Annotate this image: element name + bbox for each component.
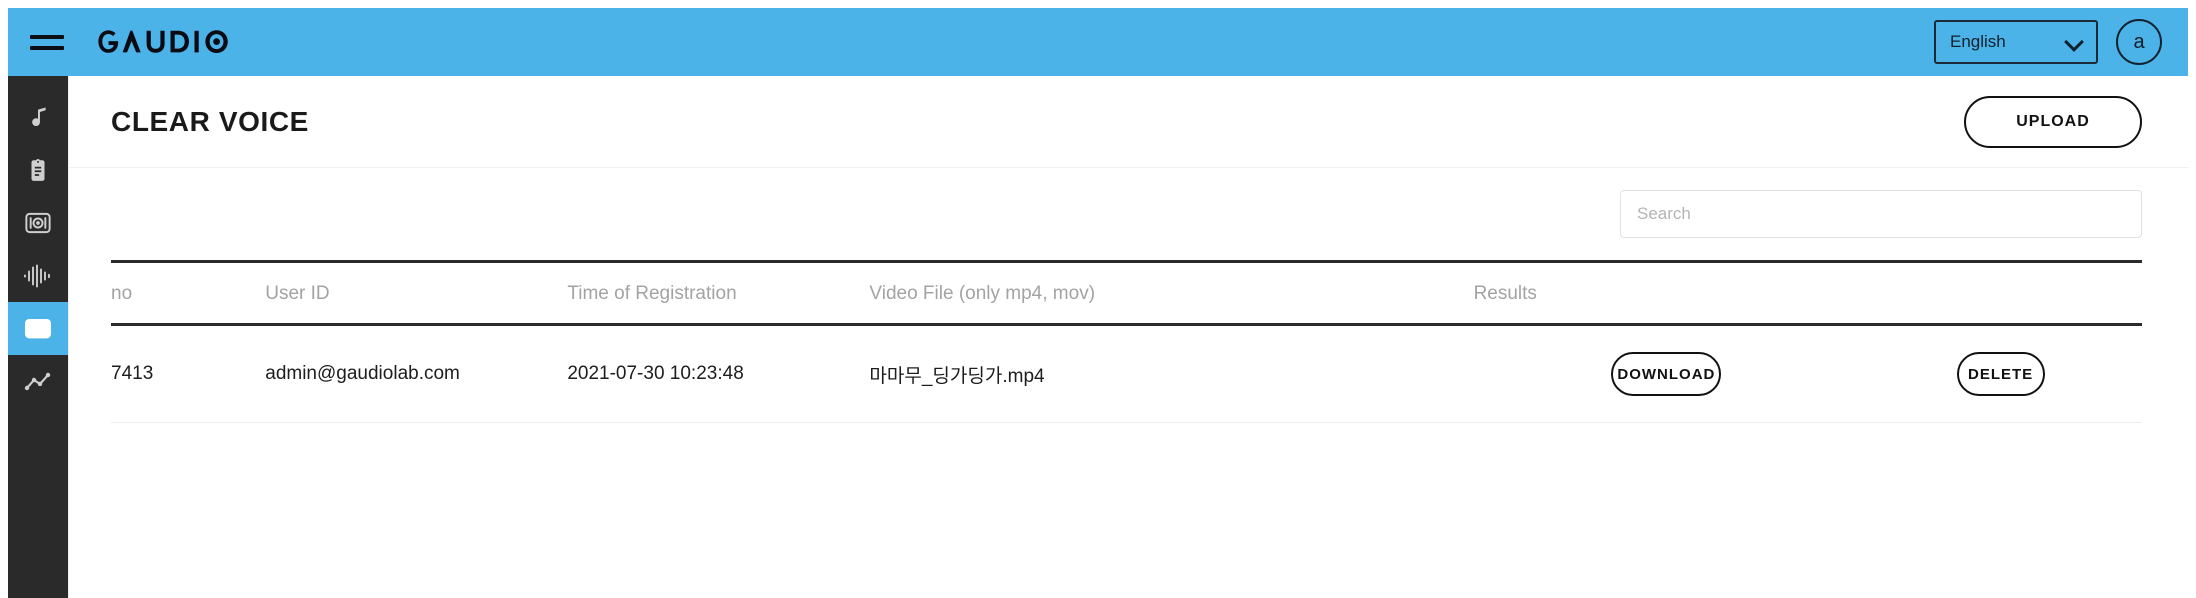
- clear-voice-table: no User ID Time of Registration Video Fi…: [111, 260, 2142, 423]
- monitor-icon: [24, 315, 52, 343]
- table-head: no User ID Time of Registration Video Fi…: [111, 261, 2142, 325]
- search-input[interactable]: [1620, 190, 2142, 238]
- hamburger-bar: [30, 34, 64, 39]
- download-button[interactable]: DOWNLOAD: [1611, 352, 1722, 396]
- column-header-user-id: User ID: [265, 283, 330, 304]
- gaudio-logo[interactable]: [98, 22, 248, 62]
- spatial-audio-icon: [24, 209, 52, 237]
- table-container: no User ID Time of Registration Video Fi…: [69, 260, 2188, 423]
- delete-button[interactable]: DELETE: [1956, 352, 2045, 396]
- column-header-results: Results: [1473, 283, 1537, 304]
- hamburger-menu-icon[interactable]: [30, 27, 68, 57]
- chevron-down-icon: [2066, 34, 2082, 50]
- table-toolbar: [69, 168, 2188, 260]
- cell-no: 7413: [111, 363, 154, 384]
- column-header-actions: [1859, 262, 2142, 325]
- column-header-video-file: Video File (only mp4, mov): [869, 283, 1096, 304]
- hamburger-bar: [30, 45, 64, 50]
- cell-actions: DELETE: [1859, 325, 2142, 423]
- upload-button[interactable]: UPLOAD: [1964, 95, 2142, 148]
- sidebar-item-waveform[interactable]: [8, 249, 68, 302]
- cell-user-id: admin@gaudiolab.com: [265, 363, 460, 384]
- sidebar-item-reports[interactable]: [8, 143, 68, 196]
- trend-chart-icon: [24, 369, 52, 395]
- cell-video-file: 마마무_딩가딩가.mp4: [869, 365, 1045, 387]
- column-header-no: no: [111, 283, 133, 304]
- sidebar-item-music[interactable]: [8, 90, 68, 143]
- waveform-icon: [23, 263, 53, 289]
- page-header-row: CLEAR VOICE UPLOAD: [69, 76, 2188, 168]
- sidebar-item-analytics[interactable]: [8, 355, 68, 408]
- table-header-row: no User ID Time of Registration Video Fi…: [111, 261, 2142, 325]
- avatar-initial: a: [2133, 30, 2145, 53]
- sidebar-item-clear-voice[interactable]: [8, 302, 68, 355]
- app-root: English a CLEAR VOICE UPLOAD Search no U…: [0, 0, 2196, 598]
- page-title: CLEAR VOICE: [111, 105, 309, 137]
- cell-results: DOWNLOAD: [1474, 325, 1860, 423]
- clipboard-icon: [25, 157, 51, 183]
- column-header-time: Time of Registration: [567, 283, 737, 304]
- table-body: 7413 admin@gaudiolab.com 2021-07-30 10:2…: [111, 325, 2142, 423]
- main-content: CLEAR VOICE UPLOAD no User ID: [68, 76, 2188, 598]
- music-note-icon: [25, 104, 51, 130]
- language-selector[interactable]: English: [1934, 20, 2098, 64]
- top-header-bar: English a: [8, 8, 2188, 76]
- table-row[interactable]: 7413 admin@gaudiolab.com 2021-07-30 10:2…: [111, 325, 2142, 423]
- cell-time: 2021-07-30 10:23:48: [567, 363, 744, 384]
- left-sidebar: [8, 76, 68, 598]
- header-actions: English a: [1934, 19, 2174, 65]
- avatar[interactable]: a: [2116, 19, 2162, 65]
- language-selector-label: English: [1950, 32, 2006, 51]
- sidebar-item-spatial-audio[interactable]: [8, 196, 68, 249]
